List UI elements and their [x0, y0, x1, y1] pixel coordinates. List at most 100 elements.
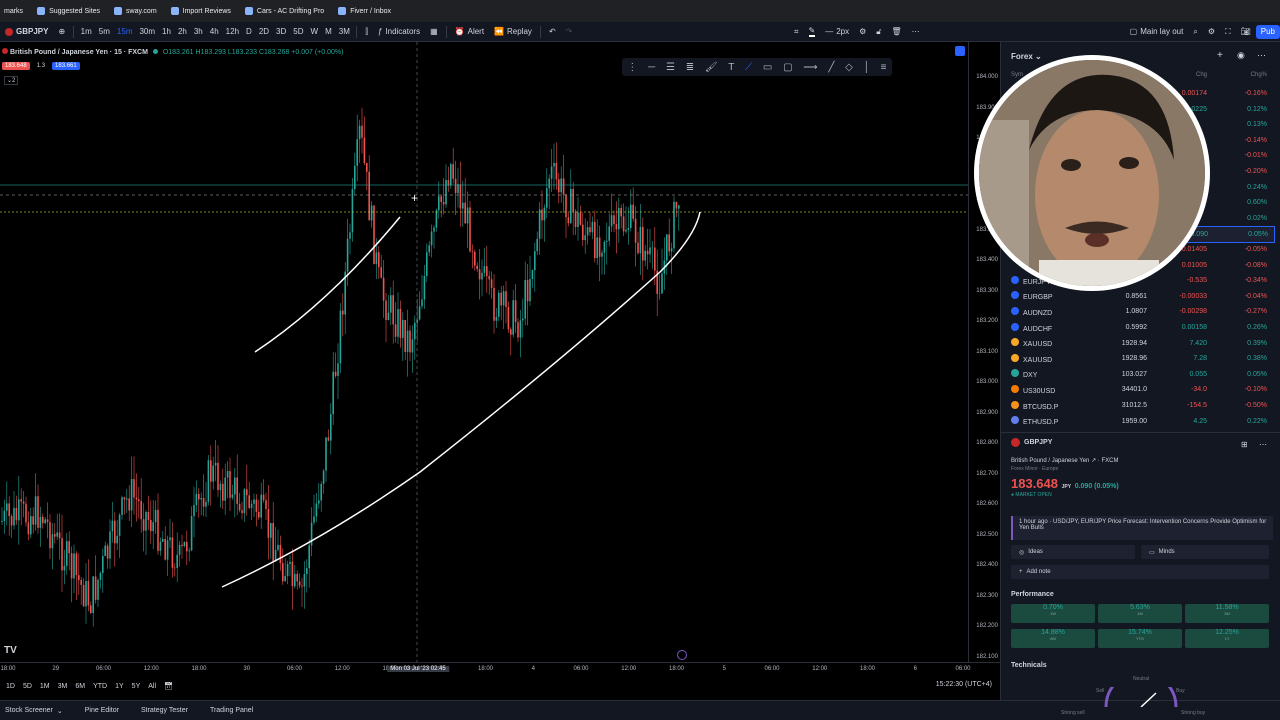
candle-body[interactable]: [346, 238, 349, 272]
candle-body[interactable]: [538, 209, 541, 239]
candle-body[interactable]: [478, 269, 481, 280]
candle-body[interactable]: [1, 521, 3, 522]
candle-body[interactable]: [10, 516, 13, 526]
candle-body[interactable]: [411, 339, 414, 353]
watchlist-row[interactable]: BTCUSD.P 31012.5 -154.5 -0.50%: [1011, 398, 1273, 413]
candle-body[interactable]: [133, 479, 135, 498]
candle-body[interactable]: [169, 537, 171, 541]
candle-body[interactable]: [332, 371, 334, 415]
candle-body[interactable]: [495, 316, 498, 321]
candle-body[interactable]: [466, 207, 469, 224]
candle-body[interactable]: [414, 322, 416, 340]
candle-body[interactable]: [483, 266, 486, 273]
chart-pane[interactable]: +: [0, 42, 968, 662]
candle-body[interactable]: [330, 414, 332, 441]
candle-body[interactable]: [207, 460, 210, 502]
candle-body[interactable]: [102, 556, 104, 573]
candle-body[interactable]: [236, 477, 238, 504]
candle-body[interactable]: [322, 470, 325, 484]
candle-body[interactable]: [54, 534, 56, 537]
candle-body[interactable]: [555, 162, 558, 180]
candle-body[interactable]: [399, 309, 402, 338]
candle-body[interactable]: [66, 541, 68, 566]
candle-body[interactable]: [603, 241, 606, 253]
watchlist-row[interactable]: EURGBP 0.8561 -0.00033 -0.04%: [1011, 289, 1273, 304]
candle-body[interactable]: [615, 224, 618, 230]
vertical-line-icon[interactable]: │: [864, 62, 870, 73]
bookmark-item[interactable]: Fiverr / Inbox: [338, 7, 391, 15]
candle-body[interactable]: [373, 205, 375, 264]
candle-body[interactable]: [642, 226, 644, 261]
line-icon[interactable]: ╱: [828, 62, 834, 73]
candle-body[interactable]: [270, 522, 272, 538]
candle-body[interactable]: [128, 498, 130, 511]
more-drawing-options-button[interactable]: ⋯: [907, 27, 925, 36]
candle-body[interactable]: [598, 237, 601, 257]
candle-body[interactable]: [279, 544, 282, 564]
interval-3M[interactable]: 3M: [335, 27, 353, 36]
clock[interactable]: 15:22:30 (UTC+4): [936, 681, 992, 688]
candle-body[interactable]: [524, 279, 526, 319]
candle-body[interactable]: [111, 520, 114, 532]
candle-body[interactable]: [327, 437, 330, 441]
candle-body[interactable]: [92, 576, 94, 614]
bookmark-item[interactable]: sway.com: [114, 7, 157, 15]
candle-body[interactable]: [409, 330, 411, 353]
candle-body[interactable]: [318, 500, 320, 504]
candle-body[interactable]: [351, 189, 354, 233]
time-axis[interactable]: 18:00 29 06:00 12:00 18:00 30 06:00 12:00 18:00 1…: [0, 662, 1000, 677]
candle-body[interactable]: [517, 322, 519, 338]
snapshot-button[interactable]: 📷︎: [1236, 27, 1256, 36]
candle-body[interactable]: [130, 479, 133, 511]
candle-body[interactable]: [591, 221, 594, 233]
candle-body[interactable]: [426, 252, 428, 276]
candle-body[interactable]: [440, 196, 442, 203]
candle-body[interactable]: [673, 201, 675, 249]
candle-body[interactable]: [82, 584, 85, 607]
candle-body[interactable]: [255, 499, 258, 512]
candle-body[interactable]: [639, 226, 642, 254]
candle-body[interactable]: [262, 494, 265, 501]
trend-line-icon[interactable]: ⟋: [745, 62, 752, 73]
range-1Y[interactable]: 1Y: [115, 683, 124, 690]
candle-body[interactable]: [166, 540, 169, 560]
candle-body[interactable]: [272, 522, 274, 562]
candle-body[interactable]: [514, 300, 517, 323]
candle-body[interactable]: [649, 247, 651, 255]
text-icon[interactable]: T: [728, 62, 734, 73]
bookmark-item[interactable]: Import Reviews: [170, 7, 231, 15]
candle-body[interactable]: [56, 532, 58, 537]
candle-body[interactable]: [114, 520, 116, 544]
candle-body[interactable]: [368, 171, 370, 221]
callout-icon[interactable]: ▭: [763, 62, 772, 73]
symbol-search[interactable]: GBPJPY: [0, 27, 53, 36]
candle-body[interactable]: [90, 605, 92, 614]
candle-body[interactable]: [219, 483, 222, 491]
candle-body[interactable]: [123, 497, 126, 500]
candle-body[interactable]: [243, 489, 246, 514]
news-headline[interactable]: 1 hour ago · USD/JPY, EUR/JPY Price Fore…: [1011, 516, 1273, 540]
candle-body[interactable]: [61, 538, 63, 571]
candle-body[interactable]: [286, 563, 289, 576]
candle-body[interactable]: [380, 267, 382, 278]
watchlist-row[interactable]: XAUUSD 1928.96 7.28 0.38%: [1011, 351, 1273, 366]
candle-body[interactable]: [342, 310, 344, 315]
candle-body[interactable]: [42, 516, 44, 524]
candle-body[interactable]: [574, 211, 577, 228]
candle-body[interactable]: [178, 544, 181, 555]
candle-body[interactable]: [349, 232, 351, 239]
candle-body[interactable]: [531, 270, 534, 280]
line-width-button[interactable]: —2px: [820, 27, 854, 36]
candle-body[interactable]: [315, 503, 318, 517]
candle-body[interactable]: [94, 576, 97, 600]
candle-body[interactable]: [116, 535, 118, 544]
candle-body[interactable]: [354, 165, 356, 190]
candle-body[interactable]: [370, 205, 373, 221]
brush-icon[interactable]: 🖌︎: [705, 62, 718, 73]
drawing-templates-button[interactable]: ⌗: [789, 27, 804, 37]
candle-body[interactable]: [13, 507, 15, 526]
fullscreen-button[interactable]: ⛶: [1220, 27, 1236, 37]
candle-body[interactable]: [334, 371, 337, 376]
candle-body[interactable]: [534, 251, 536, 271]
performance-cell[interactable]: 5.63% 1M: [1098, 604, 1182, 623]
